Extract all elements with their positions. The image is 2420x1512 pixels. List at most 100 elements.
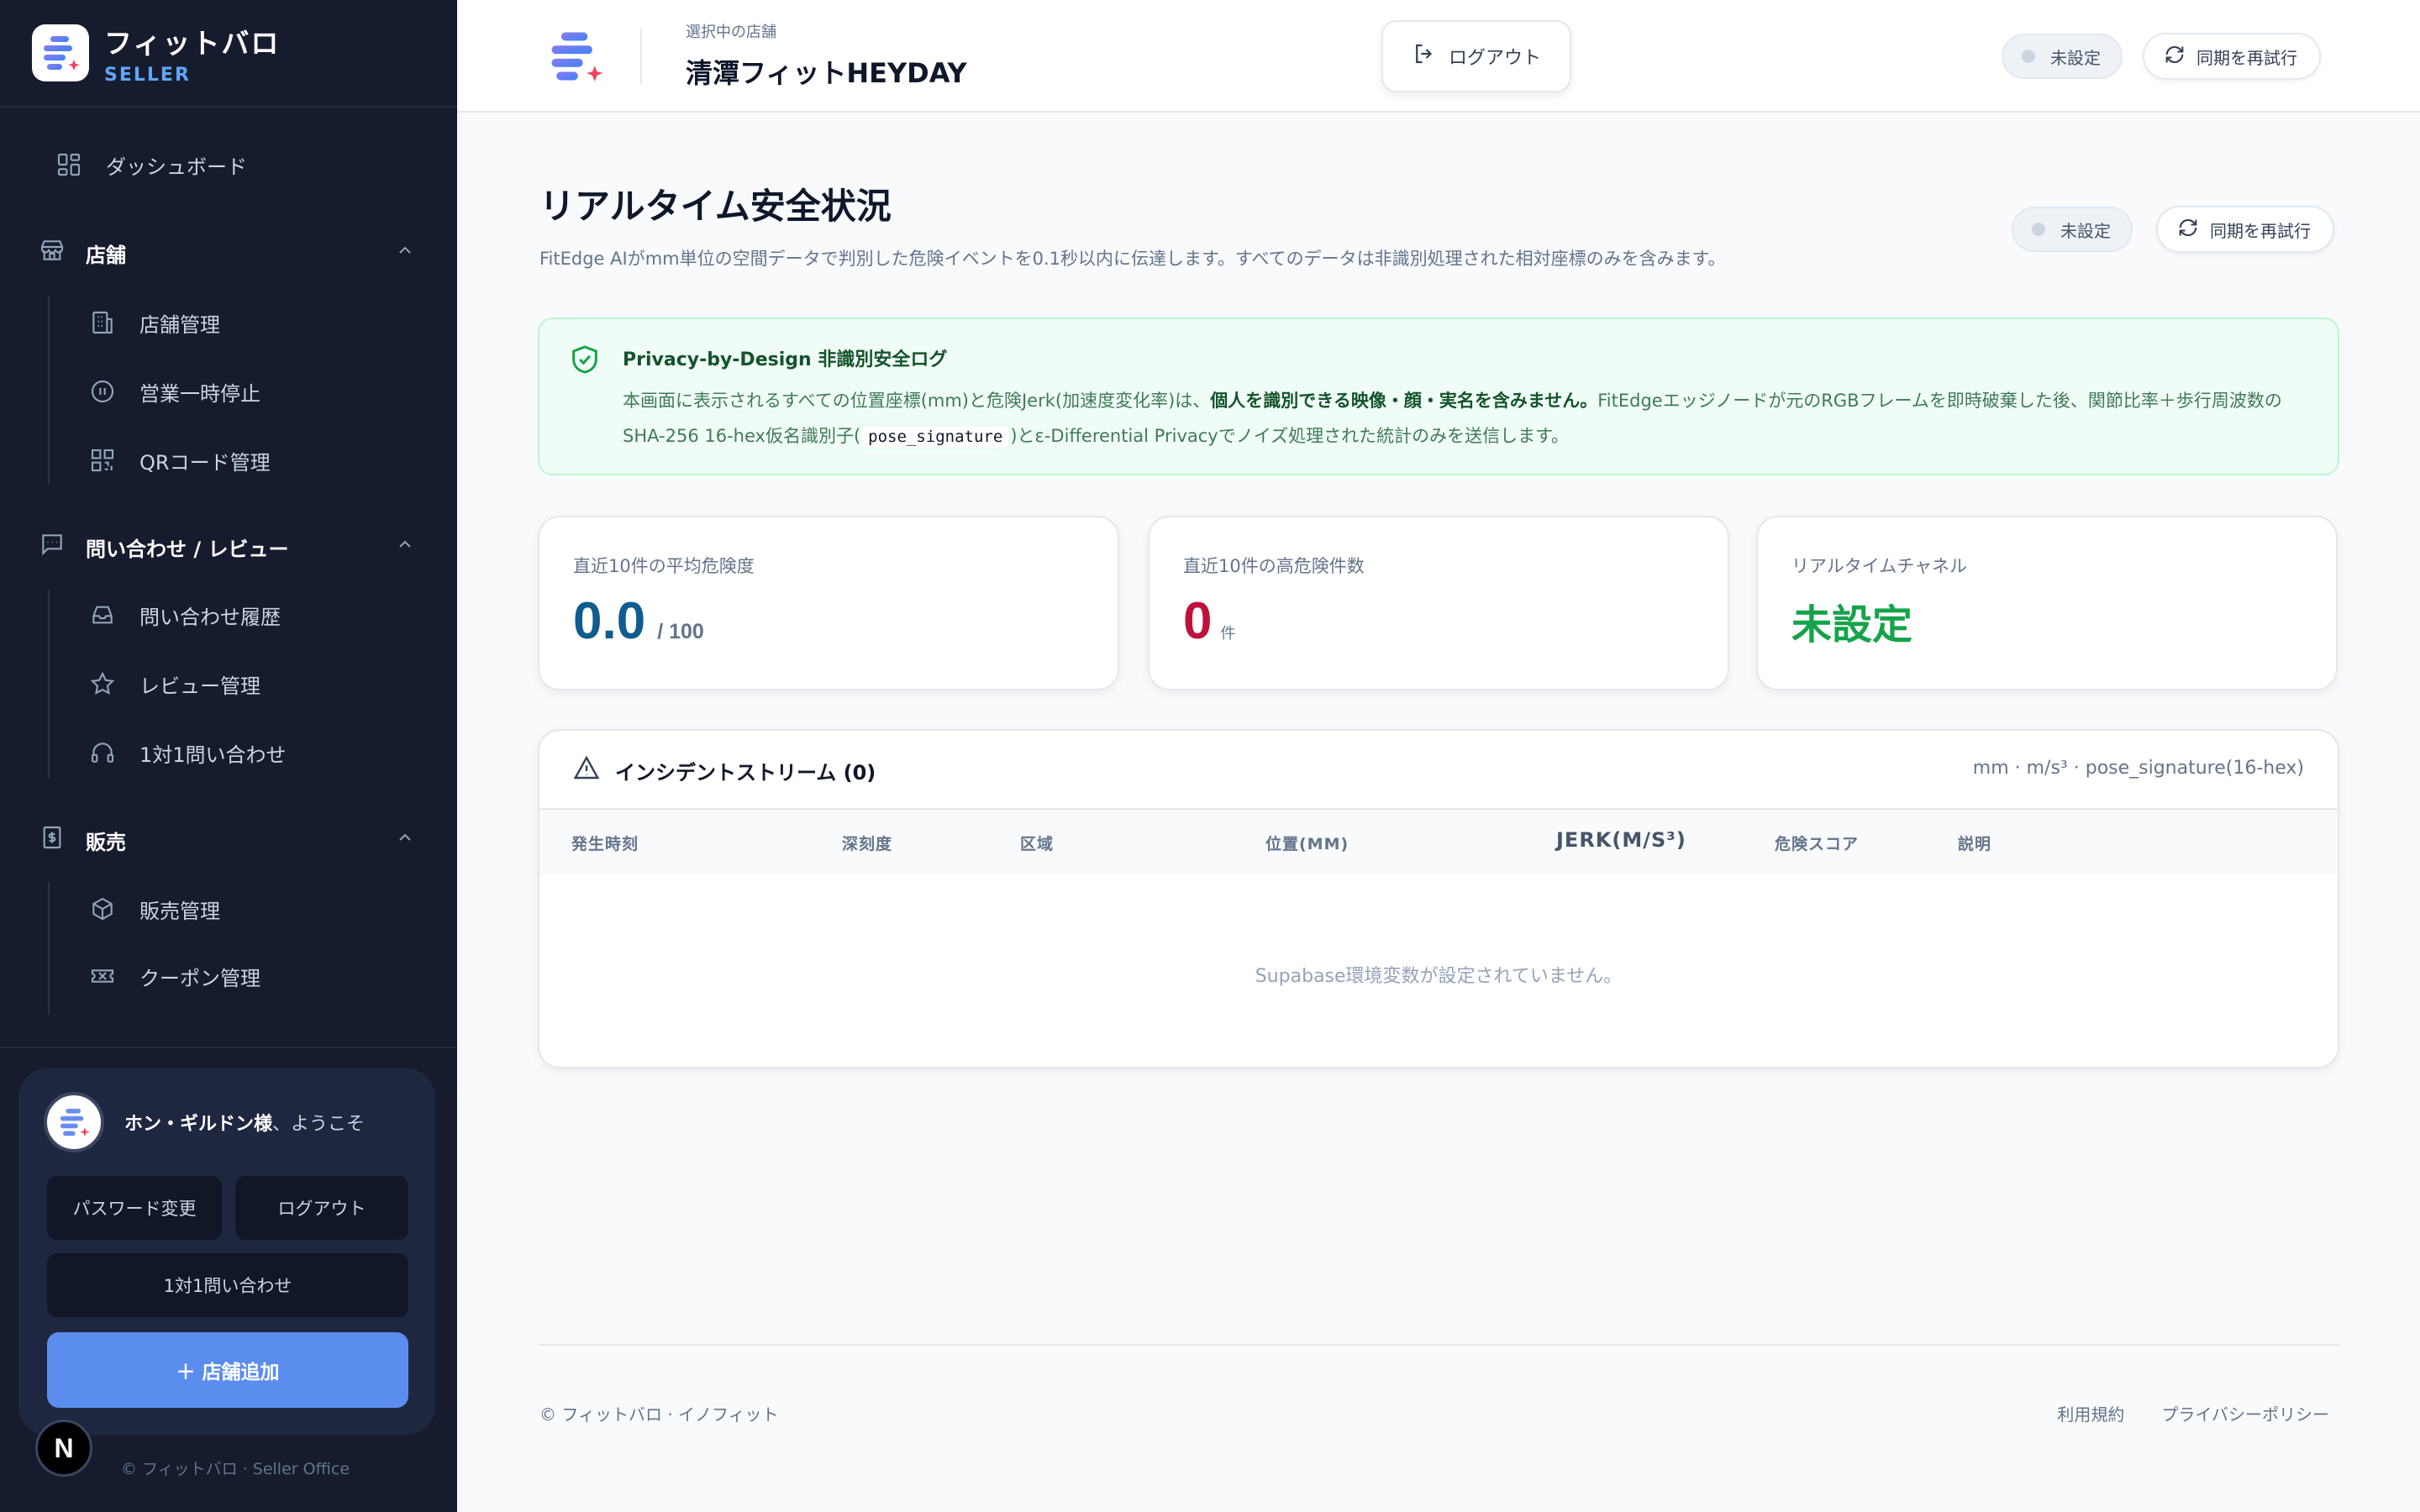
- nav-pause[interactable]: 営業一時停止: [87, 376, 260, 407]
- sidebar-inquiry-button[interactable]: 1対1問い合わせ: [47, 1253, 408, 1317]
- kpi-high-value: 0: [1183, 592, 1213, 650]
- box-icon: [87, 894, 118, 924]
- col-description[interactable]: 説明: [1958, 832, 1991, 854]
- pause-icon: [87, 376, 118, 407]
- kpi-card-channel: リアルタイムチャネル 未設定: [1756, 516, 2338, 690]
- page-retry-button[interactable]: 同期を再試行: [2156, 206, 2334, 253]
- privacy-title: Privacy-by-Design 非識別安全ログ: [623, 349, 948, 370]
- col-position[interactable]: 位置(MM): [1265, 832, 1349, 854]
- kpi-channel-value: 未設定: [1791, 601, 1913, 648]
- nav-coupon[interactable]: クーポン管理: [87, 961, 260, 991]
- nav-sales-management[interactable]: 販売管理: [87, 894, 220, 924]
- store-icon: [39, 237, 66, 269]
- col-jerk[interactable]: JERK(M/S³): [1556, 828, 1686, 852]
- stream-header: インシデントストリーム (0) mm · m/s³ · pose_signatu…: [539, 731, 2338, 810]
- refresh-icon: [2163, 43, 2186, 71]
- inbox-icon: [87, 600, 118, 630]
- col-risk-score[interactable]: 危険スコア: [1775, 832, 1859, 854]
- chevron-up-icon: [395, 534, 415, 559]
- header-status-label: 未設定: [2050, 47, 2101, 68]
- chevron-up-icon: [395, 240, 415, 265]
- kpi-average-unit: / 100: [657, 620, 704, 643]
- welcome-suffix: 、ようこそ: [272, 1114, 366, 1135]
- brand-sub: SELLER: [104, 64, 191, 86]
- add-store-button[interactable]: ＋ 店舗追加: [47, 1332, 408, 1408]
- privacy-notice: Privacy-by-Design 非識別安全ログ 本画面に表示されるすべての位…: [538, 318, 2339, 475]
- store-caption: 選択中の店舗: [686, 24, 776, 41]
- empty-state-message: Supabase環境変数が設定されていません。: [1255, 966, 1623, 987]
- footer-links: 利用規約 プライバシーポリシー: [2020, 1401, 2329, 1425]
- sidebar-copyright: © フィットバロ · Seller Office: [121, 1460, 350, 1478]
- building-icon: [87, 307, 118, 338]
- page-retry-label: 同期を再試行: [2210, 220, 2311, 241]
- top-header: 選択中の店舗 清潭フィットHEYDAY ログアウト 未設定 同期を再試行: [457, 0, 2420, 113]
- header-status-badge: 未設定: [2002, 34, 2123, 79]
- privacy-body-part3: )とε-Differential Privacyでノイズ処理された統計のみを送信…: [1010, 426, 1569, 446]
- logout-icon: [1412, 41, 1437, 71]
- section-store-title: 店舗: [86, 243, 126, 267]
- section-store[interactable]: 店舗: [39, 237, 415, 269]
- nav-sales-management-label: 販売管理: [139, 899, 220, 923]
- kpi-high-unit: 件: [1220, 625, 1236, 642]
- brand: フィットバロ SELLER: [0, 0, 457, 108]
- nav-dashboard[interactable]: ダッシュボード: [54, 150, 247, 180]
- kpi-card-average-risk: 直近10件の平均危険度 0.0 / 100: [538, 516, 1119, 690]
- nav-qr-label: QRコード管理: [139, 450, 271, 475]
- brand-name: フィットバロ: [104, 26, 281, 60]
- kpi-average-value: 0.0: [573, 592, 646, 650]
- status-dot: [2032, 223, 2045, 236]
- chevron-up-icon: [395, 827, 415, 853]
- header-logout-label: ログアウト: [1448, 48, 1541, 69]
- kpi-high-label: 直近10件の高危険件数: [1183, 556, 1365, 576]
- password-change-button[interactable]: パスワード変更: [47, 1176, 222, 1240]
- privacy-policy-link[interactable]: プライバシーポリシー: [2161, 1401, 2329, 1425]
- alert-triangle-icon: [573, 754, 600, 786]
- nav-one-on-one-label: 1対1問い合わせ: [139, 743, 287, 767]
- sidebar-logout-button[interactable]: ログアウト: [235, 1176, 408, 1240]
- nav-qr[interactable]: QRコード管理: [87, 445, 271, 475]
- col-zone[interactable]: 区域: [1020, 832, 1054, 854]
- dashboard-icon: [54, 150, 84, 180]
- col-time[interactable]: 発生時刻: [571, 832, 639, 854]
- nav-coupon-label: クーポン管理: [139, 966, 260, 990]
- pose-signature-code: pose_signature: [860, 425, 1011, 449]
- section-sales-title: 販売: [86, 830, 126, 854]
- store-logo: [544, 25, 607, 87]
- col-severity[interactable]: 深刻度: [842, 832, 892, 854]
- privacy-body: 本画面に表示されるすべての位置座標(mm)と危険Jerk(加速度変化率)は、個人…: [623, 383, 2312, 454]
- brand-logo[interactable]: [32, 24, 89, 81]
- page-description: FitEdge AIがmm単位の空間データで判別した危険イベントを0.1秒以内に…: [539, 249, 1726, 269]
- sidebar-divider: [0, 1047, 457, 1048]
- next-badge[interactable]: N: [35, 1420, 92, 1477]
- section-inquiry[interactable]: 問い合わせ / レビュー: [39, 531, 415, 563]
- avatar[interactable]: [44, 1092, 104, 1152]
- headset-icon: [87, 738, 118, 768]
- store-name[interactable]: 清潭フィットHEYDAY: [686, 52, 967, 91]
- header-retry-label: 同期を再試行: [2196, 47, 2297, 68]
- nav-one-on-one[interactable]: 1対1問い合わせ: [87, 738, 287, 768]
- stream-title: インシデントストリーム (0): [615, 760, 876, 785]
- header-retry-button[interactable]: 同期を再試行: [2143, 33, 2321, 80]
- footer-copyright: © フィットバロ · イノフィット: [539, 1404, 779, 1425]
- header-logout-button[interactable]: ログアウト: [1381, 20, 1571, 92]
- nav-inquiry-history-label: 問い合わせ履歴: [139, 605, 281, 629]
- user-name: ホン・ギルドン様: [124, 1114, 273, 1135]
- privacy-body-bold: 個人を識別できる映像・顔・実名を含みません。: [1210, 391, 1598, 411]
- page-status-label: 未設定: [2060, 220, 2111, 241]
- kpi-channel-label: リアルタイムチャネル: [1791, 556, 1968, 576]
- star-icon: [87, 669, 118, 699]
- section-line: [48, 590, 50, 778]
- terms-link[interactable]: 利用規約: [2057, 1401, 2124, 1425]
- section-sales[interactable]: 販売: [39, 824, 415, 856]
- header-separator: [640, 29, 642, 84]
- stream-units: mm · m/s³ · pose_signature(16-hex): [1972, 758, 2304, 779]
- section-line: [48, 296, 50, 484]
- nav-inquiry-history[interactable]: 問い合わせ履歴: [87, 600, 281, 630]
- ticket-icon: [87, 961, 118, 991]
- nav-review-label: レビュー管理: [139, 674, 260, 698]
- page-title: リアルタイム安全状況: [539, 186, 892, 227]
- nav-store-management[interactable]: 店舗管理: [87, 307, 220, 338]
- nav-review[interactable]: レビュー管理: [87, 669, 260, 699]
- user-card: ホン・ギルドン様、ようこそ パスワード変更 ログアウト 1対1問い合わせ ＋ 店…: [18, 1068, 435, 1435]
- receipt-icon: [39, 824, 66, 856]
